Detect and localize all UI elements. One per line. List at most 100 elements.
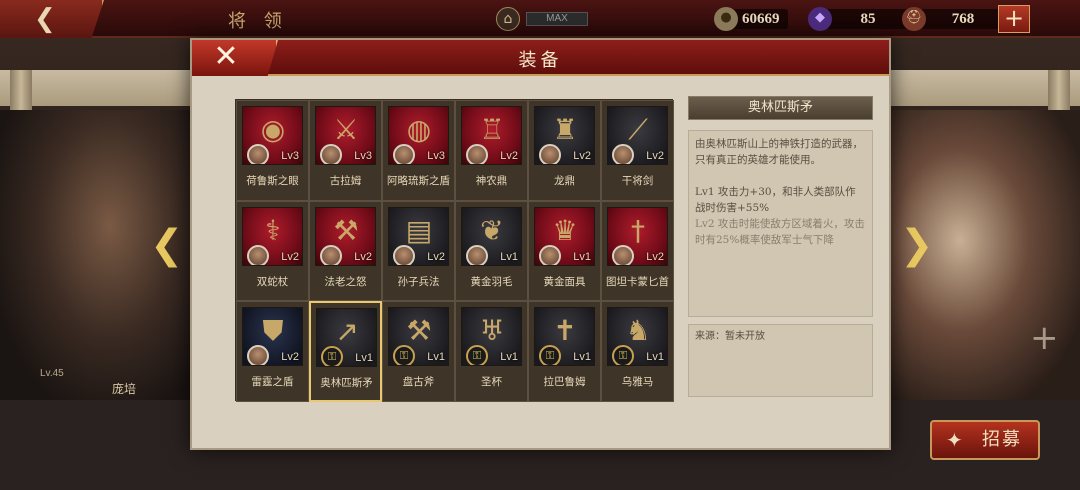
- item-level: Lv2: [500, 150, 518, 162]
- equipment-slot[interactable]: ❦ Lv1 黄金羽毛: [455, 200, 528, 302]
- level-1-effect: Lv1 攻击力+30，和非人类部队作战时伤害+55%: [695, 186, 856, 214]
- page-title: 将 领: [228, 11, 288, 32]
- gem-icon: ◆: [808, 7, 832, 31]
- equipment-slot[interactable]: ⚒ Lv2 法老之怒: [309, 200, 382, 302]
- equipment-slot[interactable]: ◍ Lv3 阿略琉斯之盾: [382, 100, 455, 201]
- equipment-slot[interactable]: ⚕ Lv2 双蛇杖: [236, 200, 309, 302]
- item-icon-frame: ✝ ⚿ Lv1: [534, 307, 595, 367]
- item-name: 拉巴鲁姆: [543, 376, 586, 389]
- item-icon: ⚒: [333, 213, 359, 247]
- equipment-slot[interactable]: ✝ ⚿ Lv1 拉巴鲁姆: [528, 301, 601, 402]
- item-icon-frame: ⚒ ⚿ Lv1: [388, 307, 449, 367]
- item-level: Lv2: [427, 250, 445, 263]
- item-icon-frame: † Lv2: [607, 206, 668, 266]
- gem-value: 85: [826, 9, 908, 29]
- helmet-icon: ⛑: [902, 7, 926, 31]
- close-button[interactable]: ✕: [192, 40, 278, 76]
- item-level: Lv2: [281, 250, 299, 263]
- item-icon: †: [631, 213, 645, 247]
- item-name: 龙鼎: [554, 175, 575, 187]
- equipment-slot[interactable]: ⟋ Lv2 干将剑: [601, 100, 674, 201]
- item-name: 黄金面具: [543, 275, 586, 288]
- dialog-title: 装备: [518, 50, 563, 71]
- equipment-slot[interactable]: ♜ Lv2 龙鼎: [528, 100, 601, 201]
- equipment-dialog: 装备 ✕ ◉ Lv3 荷鲁斯之眼 ⚔ Lv3 古拉姆 ◍ Lv3 阿略琉斯之盾 ♖ Lv2 神农鼎 ♜ L…: [190, 38, 891, 450]
- item-icon-frame: ⛊ Lv2: [242, 307, 303, 367]
- item-icon: ⚕: [265, 213, 281, 247]
- source-box: 来源：暂未开放: [688, 324, 873, 397]
- item-icon: ❦: [480, 213, 504, 247]
- rank-bar: MAX: [526, 12, 588, 26]
- item-level: Lv1: [427, 351, 445, 364]
- item-name: 神农鼎: [475, 175, 508, 187]
- hero-level: Lv.45: [40, 368, 64, 379]
- item-level: Lv1: [500, 250, 518, 263]
- item-level: Lv3: [354, 150, 372, 162]
- equipment-slot[interactable]: ♞ ⚿ Lv1 乌雅马: [601, 301, 674, 402]
- detail-title: 奥林匹斯矛: [688, 96, 873, 120]
- item-icon-frame: ❦ Lv1: [461, 206, 522, 266]
- item-name: 乌雅马: [621, 376, 654, 389]
- item-icon-frame: ▤ Lv2: [388, 206, 449, 266]
- close-icon: ✕: [213, 39, 239, 74]
- back-button[interactable]: ❮: [0, 0, 104, 38]
- item-icon-frame: ⚔ Lv3: [315, 106, 376, 165]
- lock-icon: ⚿: [321, 346, 343, 367]
- hero-avatar: [466, 244, 488, 265]
- hero-avatar: [539, 144, 561, 164]
- item-level: Lv1: [646, 351, 664, 364]
- hero-avatar: [612, 144, 634, 164]
- equipment-slot[interactable]: ⚔ Lv3 古拉姆: [309, 100, 382, 201]
- item-level: Lv2: [281, 351, 299, 364]
- hero-avatar: [393, 144, 415, 164]
- hero-avatar: [247, 244, 269, 265]
- equipment-slot[interactable]: ♖ Lv2 神农鼎: [455, 100, 528, 201]
- equipment-slot[interactable]: ↗ ⚿ Lv1 奥林匹斯矛: [309, 301, 382, 402]
- lock-icon: ⚿: [612, 345, 634, 366]
- recruit-label: 招募: [982, 429, 1022, 450]
- item-icon-frame: ⚒ Lv2: [315, 206, 376, 266]
- add-resource-button[interactable]: +: [998, 5, 1030, 33]
- add-hero-button[interactable]: +: [1030, 318, 1059, 358]
- equipment-slot[interactable]: ♅ ⚿ Lv1 圣杯: [455, 301, 528, 402]
- item-name: 奥林匹斯矛: [320, 377, 373, 390]
- temple-icon: ⌂: [496, 7, 520, 31]
- item-level: Lv1: [500, 351, 518, 364]
- hero-name: 庞培: [112, 382, 137, 396]
- detail-panel: 奥林匹斯矛 由奥林匹斯山上的神铁打造的武器，只有真正的英雄才能使用。 Lv1 攻…: [688, 96, 873, 401]
- item-icon-frame: ♞ ⚿ Lv1: [607, 307, 668, 367]
- equipment-slot[interactable]: ▤ Lv2 孙子兵法: [382, 200, 455, 302]
- item-level: Lv3: [427, 150, 445, 162]
- item-level: Lv3: [281, 150, 299, 162]
- rank-indicator: ⌂ MAX: [496, 7, 588, 31]
- top-bar: ❮ 将 领 ⌂ MAX ● 60669 ◆ 85 ⛑ 768 +: [0, 0, 1080, 38]
- equipment-slot[interactable]: ♛ Lv1 黄金面具: [528, 200, 601, 302]
- equipment-slot[interactable]: ◉ Lv3 荷鲁斯之眼: [236, 100, 309, 201]
- item-name: 图坦卡蒙匕首: [606, 275, 669, 288]
- hero-avatar: [466, 144, 488, 164]
- recruit-button[interactable]: ✦ 招募: [930, 420, 1040, 460]
- item-level: Lv1: [573, 351, 591, 364]
- item-name: 雷霆之盾: [251, 376, 294, 389]
- hero-avatar: [247, 144, 269, 164]
- item-level: Lv2: [354, 250, 372, 263]
- level-2-effect: Lv2 攻击时能使敌方区域着火，攻击时有25%概率使敌军士气下降: [695, 218, 865, 246]
- item-name: 盘古斧: [402, 376, 435, 389]
- next-hero-chevron-icon[interactable]: ❯: [900, 222, 934, 268]
- item-name: 黄金羽毛: [470, 275, 513, 288]
- prev-hero-chevron-icon[interactable]: ❮: [150, 222, 184, 268]
- item-icon-frame: ◉ Lv3: [242, 106, 303, 165]
- item-name: 法老之怒: [324, 275, 367, 288]
- equipment-slot[interactable]: ⛊ Lv2 雷霆之盾: [236, 301, 309, 402]
- gold-value: 60669: [732, 9, 788, 29]
- item-name: 双蛇杖: [256, 275, 289, 288]
- dialog-header: 装备 ✕: [192, 40, 889, 76]
- item-name: 圣杯: [481, 376, 502, 389]
- equipment-slot[interactable]: ⚒ ⚿ Lv1 盘古斧: [382, 301, 455, 402]
- item-icon-frame: ♛ Lv1: [534, 206, 595, 266]
- item-level: Lv1: [355, 352, 373, 365]
- item-icon-frame: ⟋ Lv2: [607, 106, 668, 165]
- item-name: 孙子兵法: [397, 275, 440, 288]
- item-icon-frame: ⚕ Lv2: [242, 206, 303, 266]
- equipment-slot[interactable]: † Lv2 图坦卡蒙匕首: [601, 200, 674, 302]
